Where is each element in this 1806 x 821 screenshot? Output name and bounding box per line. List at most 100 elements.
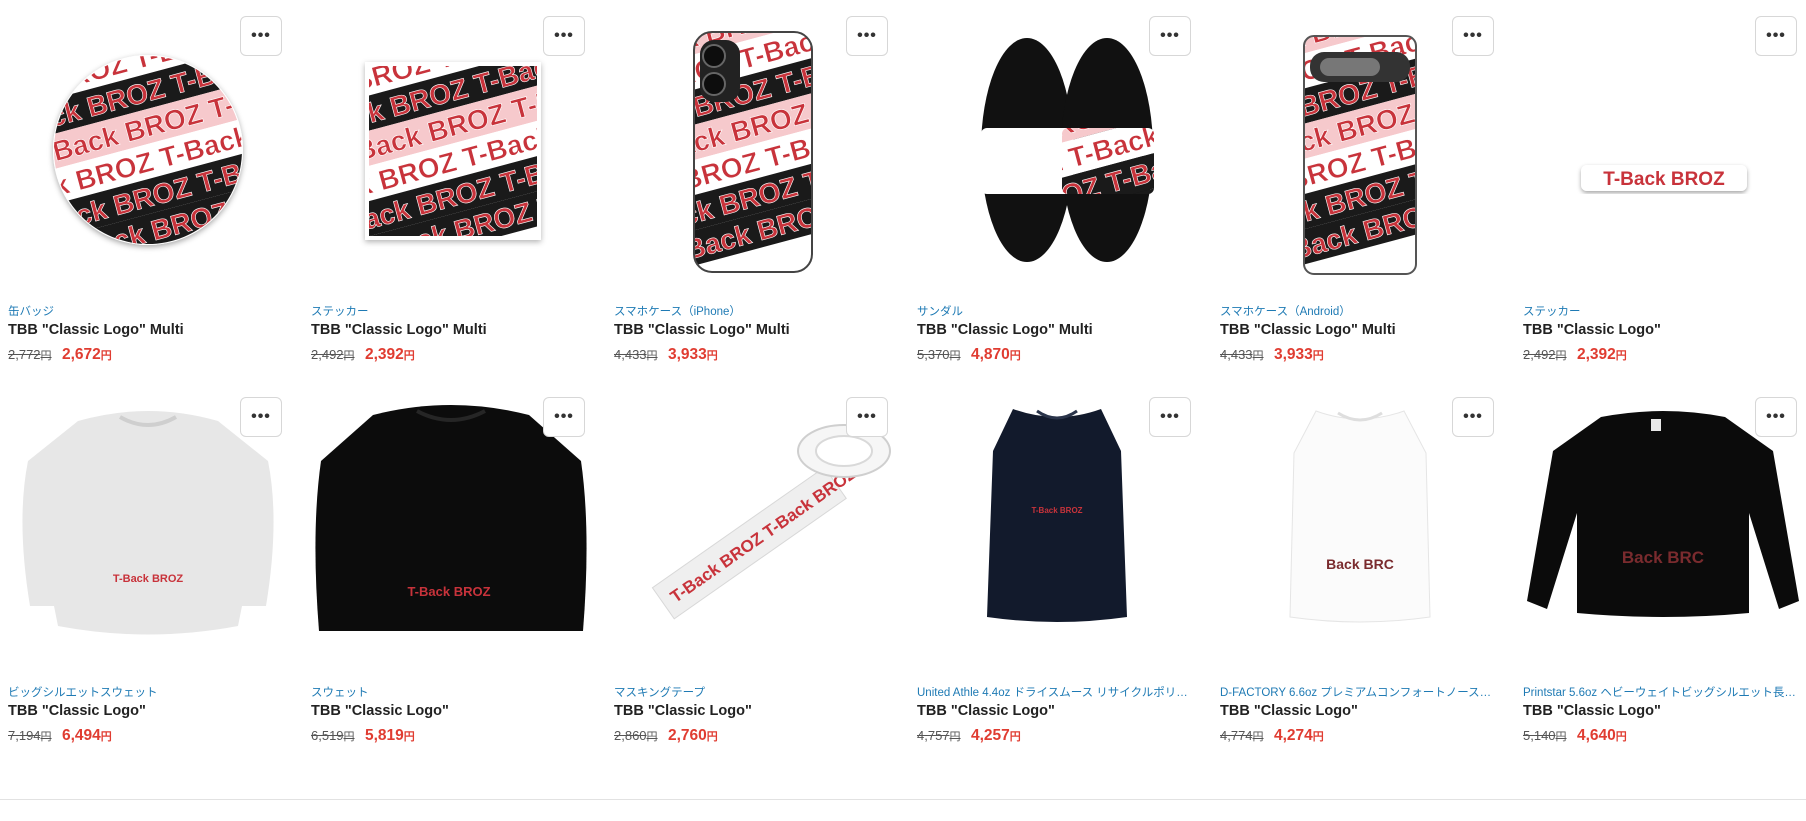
original-price: 2,772円 <box>8 347 52 362</box>
product-prices: 2,860円 2,760円 <box>614 727 718 745</box>
product-category-link[interactable]: ステッカー <box>311 303 589 319</box>
original-price: 5,140円 <box>1523 728 1567 743</box>
sale-price: 2,392 <box>365 346 404 363</box>
more-options-button[interactable]: ••• <box>1755 16 1797 56</box>
more-options-button[interactable]: ••• <box>543 397 585 437</box>
product-prices: 5,140円 4,640円 <box>1523 727 1627 745</box>
more-icon: ••• <box>857 27 877 44</box>
original-price: 5,370円 <box>917 347 961 362</box>
product-title[interactable]: TBB "Classic Logo" <box>1523 322 1801 338</box>
more-icon: ••• <box>554 27 574 44</box>
svg-text:T-Back BROZ: T-Back BROZ <box>113 573 184 585</box>
original-price: 4,433円 <box>614 347 658 362</box>
original-price: 4,433円 <box>1220 347 1264 362</box>
product-prices: 2,492円 2,392円 <box>1523 346 1627 364</box>
original-price: 2,860円 <box>614 728 658 743</box>
more-icon: ••• <box>1766 27 1786 44</box>
sale-price: 2,760 <box>668 727 707 744</box>
more-icon: ••• <box>1463 408 1483 425</box>
product-category-link[interactable]: スマホケース（iPhone） <box>614 303 892 319</box>
product-prices: 2,772円 2,672円 <box>8 346 112 364</box>
more-options-button[interactable]: ••• <box>1149 397 1191 437</box>
currency-label: 円 <box>706 731 718 743</box>
currency-label: 円 <box>1615 731 1627 743</box>
product-category-link[interactable]: ビッグシルエットスウェット <box>8 684 286 700</box>
sale-price: 4,257 <box>971 727 1010 744</box>
product-title[interactable]: TBB "Classic Logo" <box>311 703 589 719</box>
original-price: 4,774円 <box>1220 728 1264 743</box>
product-title[interactable]: TBB "Classic Logo" Multi <box>311 322 589 338</box>
svg-text:T-Back BROZ T-Back BROZ: T-Back BROZ T-Back BROZ <box>667 464 860 607</box>
more-options-button[interactable]: ••• <box>1452 397 1494 437</box>
currency-label: 円 <box>403 731 415 743</box>
sale-price: 4,640 <box>1577 727 1616 744</box>
more-options-button[interactable]: ••• <box>1755 397 1797 437</box>
currency-label: 円 <box>1312 350 1324 362</box>
more-icon: ••• <box>251 27 271 44</box>
currency-label: 円 <box>403 350 415 362</box>
more-options-button[interactable]: ••• <box>1149 16 1191 56</box>
product-category-link[interactable]: マスキングテープ <box>614 684 892 700</box>
product-category-link[interactable]: United Athle 4.4oz ドライスムース リサイクルポリエステル ノ… <box>917 684 1195 700</box>
more-icon: ••• <box>857 408 877 425</box>
product-grid: T-Back BROZ T-Back BROZ T-Back BROZ T-Bac… <box>0 0 1806 821</box>
more-icon: ••• <box>1766 408 1786 425</box>
sale-price: 2,672 <box>62 346 101 363</box>
product-category-link[interactable]: サンダル <box>917 303 1195 319</box>
product-prices: 4,433円 3,933円 <box>1220 346 1324 364</box>
product-prices: 4,774円 4,274円 <box>1220 727 1324 745</box>
more-options-button[interactable]: ••• <box>543 16 585 56</box>
product-title[interactable]: TBB "Classic Logo" Multi <box>614 322 892 338</box>
original-price: 7,194円 <box>8 728 52 743</box>
product-title[interactable]: TBB "Classic Logo" <box>614 703 892 719</box>
currency-label: 円 <box>100 731 112 743</box>
product-category-link[interactable]: D-FACTORY 6.6oz プレミアムコンフォートノースリーブ <box>1220 684 1498 700</box>
product-title[interactable]: TBB "Classic Logo" <box>1523 703 1801 719</box>
product-prices: 7,194円 6,494円 <box>8 727 112 745</box>
more-options-button[interactable]: ••• <box>846 16 888 56</box>
sale-price: 3,933 <box>1274 346 1313 363</box>
product-prices: 5,370円 4,870円 <box>917 346 1021 364</box>
sale-price: 4,274 <box>1274 727 1313 744</box>
currency-label: 円 <box>1009 731 1021 743</box>
product-title[interactable]: TBB "Classic Logo" <box>8 703 286 719</box>
svg-text:T-Back BROZ: T-Back BROZ <box>1603 169 1725 190</box>
sale-price: 5,819 <box>365 727 404 744</box>
product-title[interactable]: TBB "Classic Logo" <box>1220 703 1498 719</box>
product-prices: 4,757円 4,257円 <box>917 727 1021 745</box>
sale-price: 6,494 <box>62 727 101 744</box>
sale-price: 3,933 <box>668 346 707 363</box>
more-icon: ••• <box>554 408 574 425</box>
more-icon: ••• <box>251 408 271 425</box>
sale-price: 4,870 <box>971 346 1010 363</box>
currency-label: 円 <box>1312 731 1324 743</box>
product-category-link[interactable]: 缶バッジ <box>8 303 286 319</box>
more-options-button[interactable]: ••• <box>1452 16 1494 56</box>
product-prices: 6,519円 5,819円 <box>311 727 415 745</box>
product-title[interactable]: TBB "Classic Logo" Multi <box>8 322 286 338</box>
product-title[interactable]: TBB "Classic Logo" Multi <box>1220 322 1498 338</box>
currency-label: 円 <box>100 350 112 362</box>
product-title[interactable]: TBB "Classic Logo" <box>917 703 1195 719</box>
currency-label: 円 <box>1009 350 1021 362</box>
more-icon: ••• <box>1160 27 1180 44</box>
product-category-link[interactable]: スマホケース（Android） <box>1220 303 1498 319</box>
svg-text:Back BRC: Back BRC <box>1326 556 1394 572</box>
product-category-link[interactable]: ステッカー <box>1523 303 1801 319</box>
product-prices: 2,492円 2,392円 <box>311 346 415 364</box>
product-category-link[interactable]: Printstar 5.6oz ヘビーウェイトビッグシルエット長袖Tシャツ <box>1523 684 1801 700</box>
svg-text:T-Back BROZ: T-Back BROZ <box>407 584 490 599</box>
original-price: 4,757円 <box>917 728 961 743</box>
original-price: 2,492円 <box>311 347 355 362</box>
more-options-button[interactable]: ••• <box>240 16 282 56</box>
more-options-button[interactable]: ••• <box>846 397 888 437</box>
divider <box>0 799 1806 800</box>
svg-text:Back BRC: Back BRC <box>1622 548 1704 567</box>
product-title[interactable]: TBB "Classic Logo" Multi <box>917 322 1195 338</box>
more-options-button[interactable]: ••• <box>240 397 282 437</box>
product-prices: 4,433円 3,933円 <box>614 346 718 364</box>
original-price: 6,519円 <box>311 728 355 743</box>
more-icon: ••• <box>1160 408 1180 425</box>
sale-price: 2,392 <box>1577 346 1616 363</box>
product-category-link[interactable]: スウェット <box>311 684 589 700</box>
